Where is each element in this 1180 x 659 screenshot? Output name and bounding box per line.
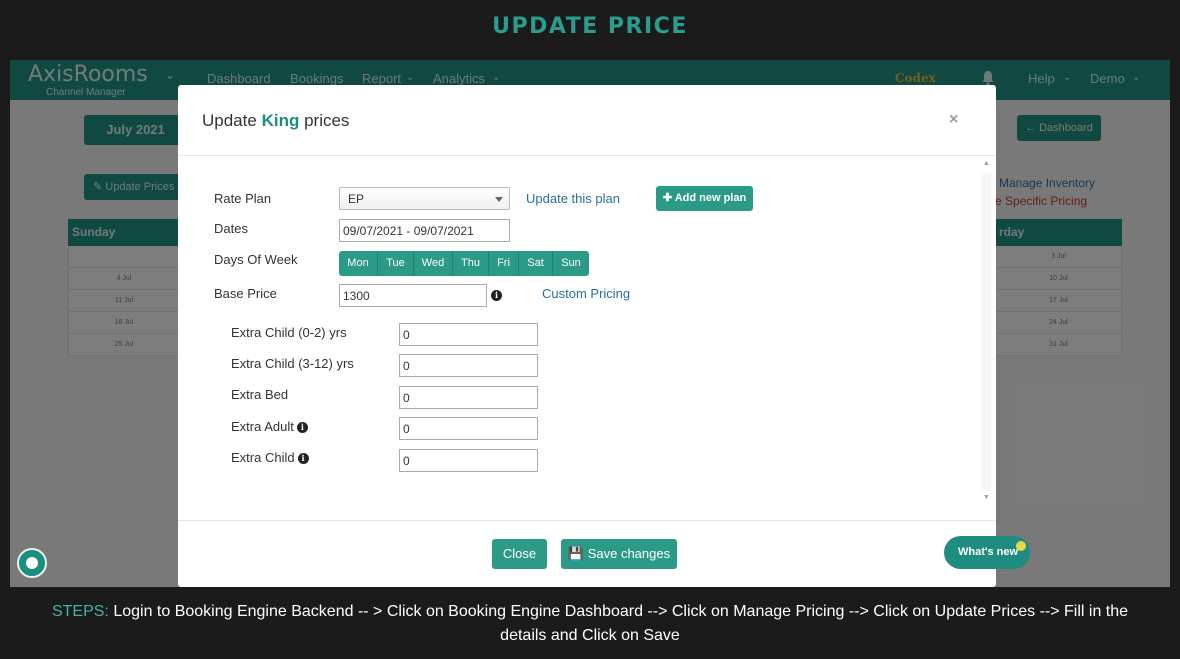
day-toggle-fri[interactable]: Fri: [489, 251, 519, 276]
add-new-plan-button[interactable]: ✚ Add new plan: [656, 186, 753, 211]
divider: [178, 155, 996, 156]
extra-label: Extra Child (3-12) yrs: [231, 356, 354, 371]
extra-label: Extra Child (0-2) yrs: [231, 325, 347, 340]
dates-field[interactable]: [339, 219, 510, 242]
steps-caption: STEPS: Login to Booking Engine Backend -…: [40, 600, 1140, 648]
day-toggle-mon[interactable]: Mon: [339, 251, 378, 276]
scroll-up-icon[interactable]: ▲: [983, 160, 990, 167]
steps-text: Login to Booking Engine Backend -- > Cli…: [113, 603, 1129, 644]
bell-icon: [26, 557, 38, 569]
dates-label: Dates: [214, 221, 248, 236]
modal-title: Update King prices: [202, 111, 349, 131]
scroll-down-icon[interactable]: ▼: [983, 494, 990, 501]
close-button[interactable]: Close: [492, 539, 547, 569]
base-price-label: Base Price: [214, 286, 277, 301]
extra-adult-label-wrap: Extra Adult i: [231, 419, 308, 434]
bell-icon: [1016, 541, 1026, 551]
rate-plan-label: Rate Plan: [214, 191, 272, 206]
day-toggle-sun[interactable]: Sun: [553, 251, 589, 276]
rate-plan-select[interactable]: EP: [339, 187, 510, 210]
extra-child-0-2-field[interactable]: [399, 323, 538, 346]
day-toggle-wed[interactable]: Wed: [414, 251, 453, 276]
day-toggle-thu[interactable]: Thu: [453, 251, 489, 276]
extra-child-field[interactable]: [399, 449, 538, 472]
scrollbar[interactable]: [981, 173, 991, 491]
extra-label: Extra Child: [231, 450, 295, 465]
day-toggle-tue[interactable]: Tue: [378, 251, 414, 276]
room-name: King: [261, 111, 300, 130]
steps-tag: STEPS:: [51, 603, 109, 620]
update-plan-link[interactable]: Update this plan: [526, 191, 620, 206]
dropdown-arrow-icon: [495, 197, 503, 202]
update-prices-modal: Update King prices × ▲ ▼ Rate Plan EP Up…: [178, 85, 996, 587]
add-plan-label: Add new plan: [674, 192, 747, 204]
info-icon[interactable]: i: [297, 453, 309, 464]
extra-label: Extra Bed: [231, 387, 289, 402]
extra-bed-field[interactable]: [399, 386, 538, 409]
save-label: Save changes: [587, 546, 671, 561]
info-icon[interactable]: i: [491, 290, 502, 301]
whats-new-button[interactable]: What's new: [944, 536, 1030, 569]
days-of-week-group: Mon Tue Wed Thu Fri Sat Sun: [339, 251, 589, 276]
extra-child-label-wrap: Extra Child i: [231, 450, 309, 465]
close-icon[interactable]: ×: [949, 111, 958, 129]
base-price-field[interactable]: [339, 284, 487, 307]
screen: UPDATE PRICE AxisRooms Channel Manager ⌄…: [0, 0, 1180, 659]
whats-new-label: What's new: [958, 546, 1019, 558]
extra-child-3-12-field[interactable]: [399, 354, 538, 377]
custom-pricing-link[interactable]: Custom Pricing: [542, 286, 630, 301]
notification-bell-button[interactable]: [17, 548, 47, 578]
modal-title-suffix: prices: [304, 111, 350, 130]
day-toggle-sat[interactable]: Sat: [519, 251, 553, 276]
extra-adult-field[interactable]: [399, 417, 538, 440]
info-icon[interactable]: i: [296, 422, 308, 433]
days-of-week-label: Days Of Week: [214, 252, 298, 267]
modal-title-prefix: Update: [202, 111, 257, 130]
page-title: UPDATE PRICE: [492, 14, 688, 39]
rate-plan-value: EP: [348, 192, 365, 206]
extra-label: Extra Adult: [231, 419, 294, 434]
save-changes-button[interactable]: 💾 Save changes: [561, 539, 677, 569]
divider: [178, 520, 996, 521]
